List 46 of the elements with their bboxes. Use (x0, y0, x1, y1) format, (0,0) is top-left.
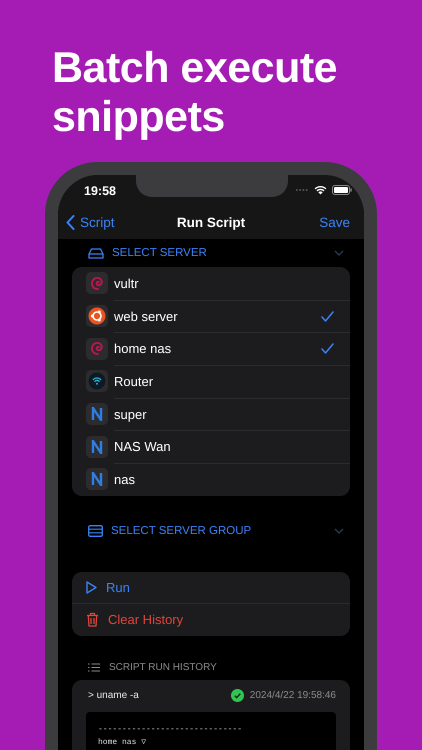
server-row[interactable]: vultr (72, 267, 350, 300)
signal-icon (295, 188, 309, 192)
chevron-down-icon[interactable] (334, 250, 344, 256)
status-time: 19:58 (84, 184, 116, 198)
section-title: SELECT SERVER (112, 247, 208, 259)
headline: Batch execute snippets (51, 43, 338, 142)
section-title: SCRIPT RUN HISTORY (109, 662, 217, 674)
os-icon (86, 403, 108, 426)
play-icon (86, 580, 97, 594)
back-button[interactable]: Script (66, 214, 115, 230)
os-icon (86, 370, 108, 392)
server-name: home nas (114, 341, 172, 356)
save-button[interactable]: Save (319, 214, 350, 230)
server-row[interactable]: home nas (72, 332, 350, 366)
server-row[interactable]: nas (72, 463, 350, 496)
clear-history-button[interactable]: Clear History (72, 604, 350, 636)
trash-icon (86, 612, 99, 628)
section-title: SELECT SERVER GROUP (111, 524, 252, 537)
battery-icon (332, 185, 352, 195)
server-name: web server (114, 308, 179, 324)
wifi-icon (314, 185, 327, 195)
os-icon (86, 305, 108, 328)
os-icon (86, 338, 108, 360)
server-name: super (114, 406, 148, 422)
chevron-left-icon (66, 214, 75, 230)
server-name: NAS Wan (114, 439, 172, 454)
server-row[interactable]: web server (72, 300, 350, 332)
server-row[interactable]: super (72, 398, 350, 430)
os-icon (86, 436, 108, 458)
os-icon (86, 468, 108, 490)
run-button[interactable]: Run (72, 572, 350, 604)
server-icon (88, 248, 104, 258)
os-icon (86, 272, 108, 294)
server-row[interactable]: NAS Wan (72, 430, 350, 464)
server-rack-icon (88, 524, 103, 537)
server-row[interactable]: Router (72, 365, 350, 398)
server-name: Router (114, 374, 154, 389)
list-icon (88, 663, 100, 672)
server-name: vultr (114, 276, 140, 291)
output-line: home nas ▽ (98, 736, 148, 747)
output-line: ------------------------------ (98, 724, 244, 734)
command-text: > uname -a (87, 690, 140, 702)
run-time: 2024/4/22 19:58:46 (250, 690, 336, 702)
chevron-down-icon[interactable] (334, 528, 344, 534)
server-name: nas (114, 472, 136, 487)
nav-title: Run Script (176, 214, 246, 230)
